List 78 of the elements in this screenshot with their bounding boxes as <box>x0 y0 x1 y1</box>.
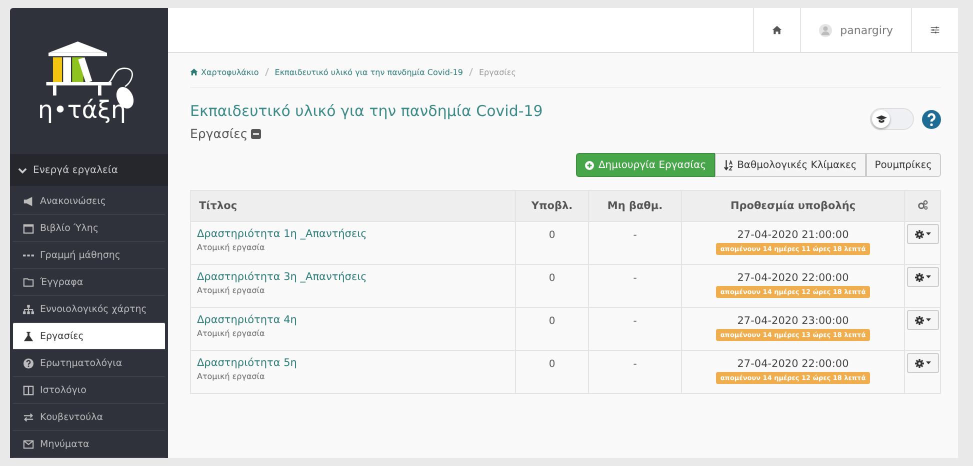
actions-dropdown[interactable] <box>906 310 938 330</box>
avatar-icon <box>819 24 832 36</box>
sliders-icon <box>930 25 940 35</box>
sidebar-item[interactable]: Έγγραφα <box>13 269 165 296</box>
caret-icon <box>926 232 930 236</box>
column-header: Τίτλος <box>199 200 238 212</box>
home-icon <box>772 25 782 35</box>
deadline-text: 27-04-2020 23:00:00 <box>736 315 850 327</box>
sidebar-item[interactable]: Βιβλίο Ύλης <box>13 215 165 242</box>
assignment-link[interactable]: Δραστηριότητα 3η _Απαντήσεις <box>197 271 367 283</box>
assignment-type: Ατομική εργασία <box>197 329 266 338</box>
sort-icon <box>724 160 734 170</box>
question-icon <box>23 358 34 368</box>
table-cell: 0 <box>548 316 556 327</box>
chevron-icon <box>18 166 27 175</box>
breadcrumb-separator <box>264 68 269 76</box>
collapse-icon[interactable] <box>250 128 261 138</box>
gear-icon <box>914 272 924 282</box>
graduation-cap-icon <box>876 114 886 124</box>
breadcrumb-link[interactable]: Εκπαιδευτικό υλικό για την πανδημία Covid-19 <box>274 68 463 76</box>
sidebar-item[interactable]: Ανακοινώσεις <box>13 188 165 215</box>
actions-dropdown[interactable] <box>906 267 938 287</box>
breadcrumb-link[interactable]: Χαρτοφυλάκιο <box>190 68 259 76</box>
assignment-type: Ατομική εργασία <box>197 243 266 252</box>
gears-icon <box>918 200 928 210</box>
home-icon <box>190 68 198 76</box>
deadline-text: 27-04-2020 21:00:00 <box>736 229 850 241</box>
gear-icon <box>914 230 924 238</box>
calendar-icon <box>23 222 34 234</box>
exchange-icon <box>23 412 34 422</box>
actions-dropdown[interactable] <box>906 353 938 373</box>
rubrics-button[interactable]: Ρουμπρίκες <box>866 153 941 177</box>
flask-icon <box>23 330 34 342</box>
deadline-text: 27-04-2020 22:00:00 <box>736 272 850 284</box>
table-cell: 0 <box>548 230 556 241</box>
table-cell: - <box>633 359 637 370</box>
table-cell: - <box>633 230 637 241</box>
actions-dropdown[interactable] <box>906 224 938 244</box>
column-header: Προθεσμία υποβολής <box>730 200 856 212</box>
assignment-link[interactable]: Δραστηριότητα 4η <box>197 314 297 326</box>
plus-circle-icon <box>585 160 594 170</box>
sidebar-section[interactable]: Ενεργά εργαλεία <box>10 154 168 186</box>
user-menu[interactable]: panargiry <box>800 8 911 52</box>
folder-icon <box>23 276 34 288</box>
sidebar-item[interactable]: Ερωτηματολόγια <box>13 350 165 377</box>
page-title: Εκπαιδευτικό υλικό για την πανδημία Covid-19 <box>190 102 543 120</box>
sidebar-item[interactable]: Εργασίες <box>13 323 165 350</box>
breadcrumb-separator <box>468 68 473 76</box>
assignment-type: Ατομική εργασία <box>197 286 266 295</box>
sidebar-item[interactable]: Γραμμή μάθησης <box>13 242 165 269</box>
mode-toggle[interactable] <box>870 108 914 130</box>
caret-icon <box>926 361 930 365</box>
column-header: Υποβλ. <box>531 200 573 212</box>
sidebar-item[interactable]: Κουβεντούλα <box>13 404 165 431</box>
page-subtitle: Εργασίες <box>190 126 248 141</box>
sitemap-icon <box>23 304 34 314</box>
table-cell: 0 <box>548 273 556 284</box>
columns-icon <box>23 384 34 396</box>
scales-button[interactable]: Βαθμολογικές Κλίμακες <box>715 153 866 177</box>
sidebar-item[interactable]: Μηνύματα <box>13 431 165 458</box>
megaphone-icon <box>23 196 34 206</box>
caret-icon <box>926 275 930 279</box>
breadcrumb-current: Εργασίες <box>478 68 516 76</box>
table-cell: - <box>633 316 637 327</box>
gear-icon <box>914 358 924 368</box>
deadline-text: 27-04-2020 22:00:00 <box>736 358 850 370</box>
gear-icon <box>914 316 924 324</box>
envelope-icon <box>23 438 34 450</box>
assignment-type: Ατομική εργασία <box>197 372 266 381</box>
column-header: Μη βαθμ. <box>607 200 663 212</box>
table-cell: - <box>633 273 637 284</box>
logo-text: η•τάξη <box>38 96 126 124</box>
table-cell: 0 <box>548 359 556 370</box>
help-icon[interactable] <box>922 110 941 128</box>
assignment-link[interactable]: Δραστηριότητα 5η <box>197 357 297 369</box>
sidebar-item[interactable]: Ιστολόγιο <box>13 377 165 404</box>
caret-icon <box>926 318 930 322</box>
assignment-link[interactable]: Δραστηριότητα 1η _Απαντήσεις <box>197 228 367 240</box>
